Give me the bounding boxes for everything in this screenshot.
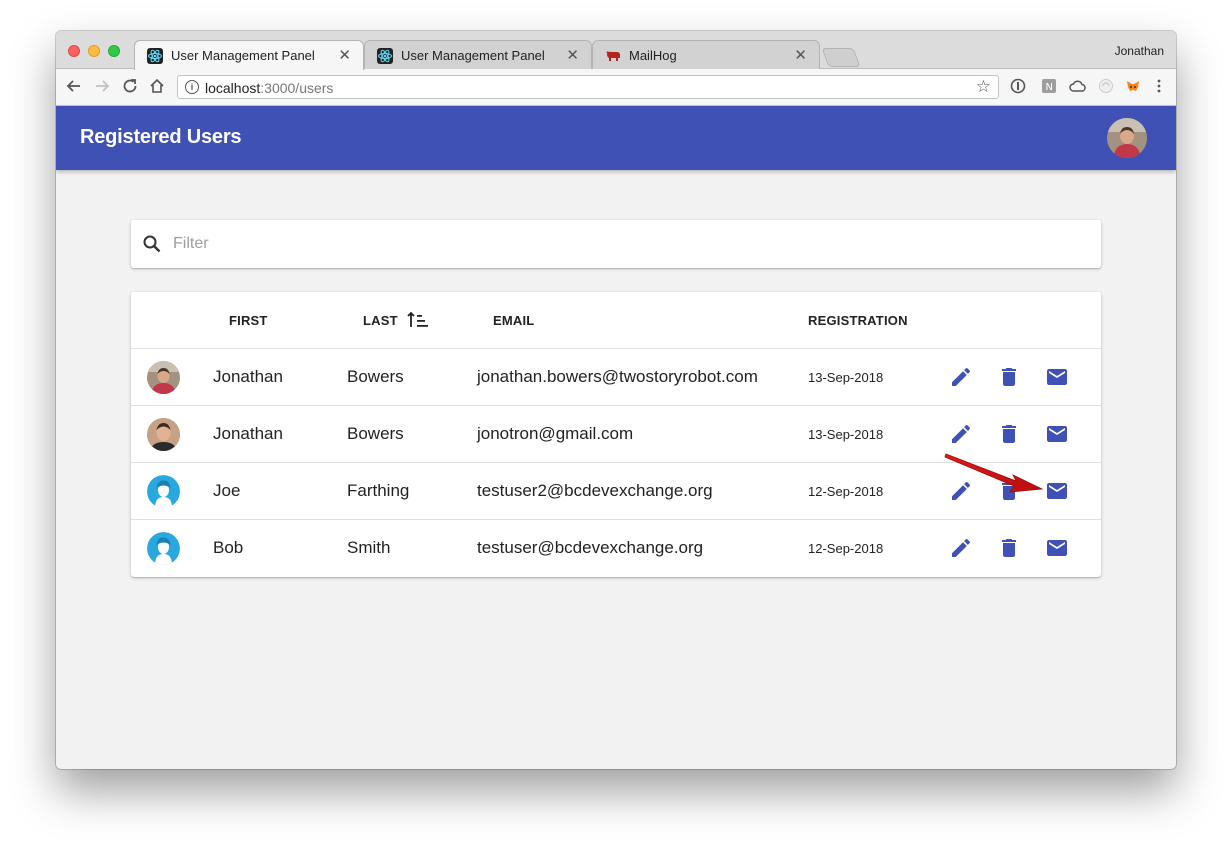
cell-registration: 13-Sep-2018 [808, 370, 884, 385]
column-header-registration[interactable]: REGISTRATION [808, 313, 908, 328]
search-icon [142, 234, 162, 259]
default-user-avatar-icon [147, 532, 180, 565]
cell-email: testuser2@bcdevexchange.org [477, 481, 713, 500]
edit-icon[interactable] [949, 365, 973, 389]
close-tab-icon[interactable]: ✕ [794, 46, 807, 64]
zoom-window-button[interactable] [108, 45, 120, 57]
app-header: Registered Users [56, 106, 1176, 170]
minimize-window-button[interactable] [88, 45, 100, 57]
users-table: FIRST LAST EMAIL REGISTRATION Jonathan B… [131, 292, 1101, 577]
extension-metamask-fox-icon[interactable] [1125, 78, 1141, 94]
cell-registration: 13-Sep-2018 [808, 427, 884, 442]
cell-registration: 12-Sep-2018 [808, 541, 884, 556]
filter-input[interactable] [171, 230, 1075, 258]
forward-arrow-icon[interactable] [93, 77, 111, 99]
delete-icon[interactable] [997, 422, 1021, 446]
avatar [147, 418, 180, 451]
email-icon[interactable] [1045, 536, 1069, 560]
close-tab-icon[interactable]: ✕ [338, 46, 351, 64]
column-header-last[interactable]: LAST [363, 313, 398, 328]
cell-last: Bowers [347, 367, 404, 386]
reload-icon[interactable] [121, 77, 139, 99]
new-tab-button[interactable] [821, 48, 861, 67]
table-header: FIRST LAST EMAIL REGISTRATION [131, 292, 1101, 349]
browser-toolbar: i localhost:3000/users ☆ N [56, 69, 1176, 106]
user-avatar[interactable] [1107, 118, 1147, 158]
url-text: localhost:3000/users [205, 80, 333, 96]
table-row: Bob Smith testuser@bcdevexchange.org 12-… [131, 520, 1101, 577]
address-bar[interactable]: i localhost:3000/users ☆ [177, 75, 999, 99]
extension-circle-icon[interactable] [1098, 78, 1114, 94]
page-title: Registered Users [80, 126, 242, 148]
url-host: localhost [205, 80, 261, 96]
edit-icon[interactable] [949, 422, 973, 446]
tab-title: User Management Panel [171, 48, 315, 63]
extension-cloud-icon[interactable] [1069, 78, 1086, 94]
email-icon[interactable] [1045, 422, 1069, 446]
site-info-icon[interactable]: i [185, 80, 199, 94]
cell-first: Bob [213, 538, 244, 557]
delete-icon[interactable] [997, 365, 1021, 389]
react-icon [377, 48, 393, 64]
email-icon[interactable] [1045, 365, 1069, 389]
tab-strip: User Management Panel ✕ User Management … [56, 31, 1176, 70]
tab-user-management-1[interactable]: User Management Panel ✕ [134, 40, 364, 70]
back-arrow-icon[interactable] [65, 77, 83, 99]
filter-card [131, 220, 1101, 268]
column-header-email[interactable]: EMAIL [493, 313, 534, 328]
tab-title: MailHog [629, 48, 677, 63]
cell-last: Farthing [347, 481, 410, 500]
cell-first: Jonathan [213, 367, 283, 386]
extension-1password-icon[interactable] [1010, 78, 1026, 94]
svg-text:N: N [1046, 82, 1053, 93]
browser-menu-icon[interactable] [1151, 78, 1167, 94]
cell-email: jonotron@gmail.com [477, 424, 634, 443]
react-icon [147, 48, 163, 64]
cell-last: Bowers [347, 424, 404, 443]
table-row: Jonathan Bowers jonathan.bowers@twostory… [131, 349, 1101, 406]
cell-email: testuser@bcdevexchange.org [477, 538, 704, 557]
browser-window: User Management Panel ✕ User Management … [56, 31, 1176, 769]
default-user-avatar-icon [147, 475, 180, 508]
cell-first: Jonathan [213, 424, 283, 443]
annotation-arrow [944, 453, 1044, 493]
cell-email: jonathan.bowers@twostoryrobot.com [477, 367, 758, 386]
cell-last: Smith [347, 538, 391, 557]
url-path: :3000/users [260, 80, 334, 96]
avatar [147, 361, 180, 394]
close-window-button[interactable] [68, 45, 80, 57]
close-tab-icon[interactable]: ✕ [566, 46, 579, 64]
mailhog-pig-icon [605, 48, 621, 64]
column-header-first[interactable]: FIRST [229, 313, 268, 328]
edit-icon[interactable] [949, 536, 973, 560]
profile-name[interactable]: Jonathan [1115, 44, 1164, 58]
delete-icon[interactable] [997, 536, 1021, 560]
tab-user-management-2[interactable]: User Management Panel ✕ [364, 40, 592, 70]
sort-ascending-icon[interactable] [407, 311, 429, 334]
tab-title: User Management Panel [401, 48, 545, 63]
extension-box-icon[interactable]: N [1041, 78, 1057, 94]
tab-mailhog[interactable]: MailHog ✕ [592, 40, 820, 70]
cell-registration: 12-Sep-2018 [808, 484, 884, 499]
home-icon[interactable] [148, 77, 166, 99]
bookmark-star-icon[interactable]: ☆ [976, 77, 991, 97]
cell-first: Joe [213, 481, 241, 500]
